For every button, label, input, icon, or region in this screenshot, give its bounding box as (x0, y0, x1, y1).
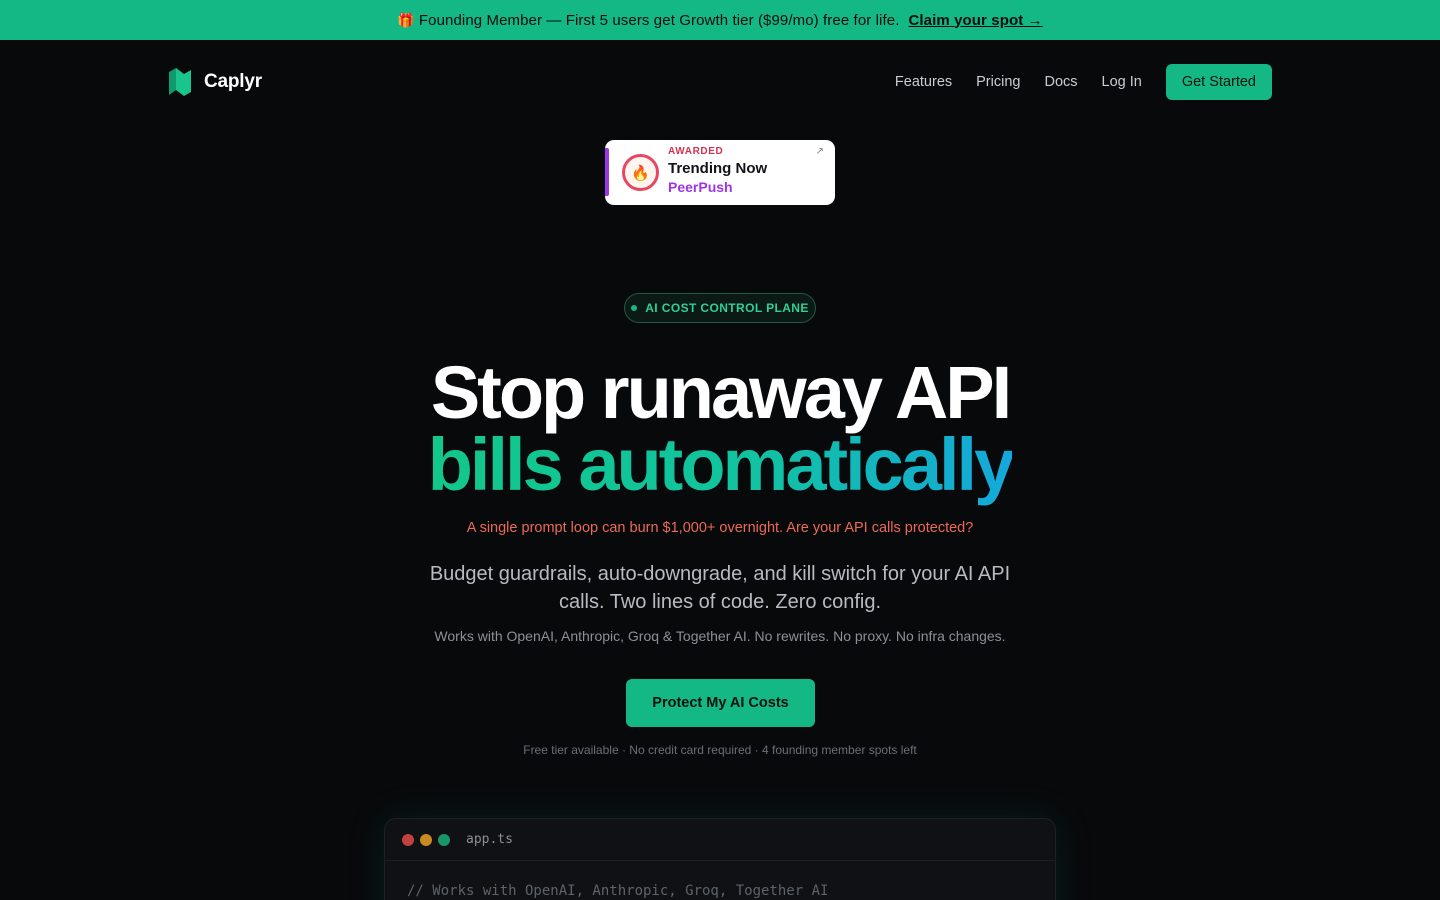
fine-print: Free tier available · No credit card req… (523, 743, 917, 757)
warning-text: A single prompt loop can burn $1,000+ ov… (466, 520, 974, 536)
headline-line-2: bills automatically (0, 428, 1440, 502)
caplyr-logo-icon (169, 68, 191, 96)
lead-paragraph: Budget guardrails, auto-downgrade, and k… (429, 563, 1011, 613)
brand-name: Caplyr (204, 71, 262, 92)
headline-gradient-text: bills automatically (427, 423, 1016, 506)
code-window-header: app.ts (385, 819, 1055, 861)
award-text: AWARDED Trending Now PeerPush (668, 146, 767, 195)
code-window: app.ts // Works with OpenAI, Anthropic, … (384, 818, 1056, 900)
nav-link-docs[interactable]: Docs (1044, 74, 1077, 90)
founding-member-banner: 🎁 Founding Member — First 5 users get Gr… (0, 0, 1440, 40)
award-accent-bar (605, 148, 609, 196)
external-link-icon: ↗ (815, 146, 824, 157)
pill-label: AI COST CONTROL PLANE (645, 301, 809, 315)
maximize-dot-icon (438, 833, 450, 846)
headline-line-1: Stop runaway API (430, 351, 1012, 434)
protect-costs-button[interactable]: Protect My AI Costs (626, 679, 815, 727)
award-kicker: AWARDED (668, 146, 724, 157)
banner-text: Founding Member — First 5 users get Grow… (418, 11, 900, 29)
brand-logo-link[interactable]: Caplyr (168, 68, 262, 96)
code-filename: app.ts (466, 832, 513, 847)
status-dot-icon (631, 305, 638, 311)
close-dot-icon (402, 833, 414, 846)
top-nav: Caplyr Features Pricing Docs Log In Get … (168, 64, 1272, 100)
minimize-dot-icon (420, 833, 432, 846)
claim-spot-link[interactable]: Claim your spot → (908, 12, 1042, 29)
compatibility-text: Works with OpenAI, Anthropic, Groq & Tog… (434, 628, 1006, 644)
flame-icon: 🔥 (622, 154, 659, 191)
category-pill: AI COST CONTROL PLANE (624, 293, 816, 323)
peerpush-award-badge[interactable]: 🔥 AWARDED Trending Now PeerPush ↗ (605, 140, 835, 205)
gift-icon: 🎁 (397, 11, 415, 28)
nav-link-login[interactable]: Log In (1102, 74, 1142, 90)
award-title: Trending Now (668, 160, 768, 177)
award-source: PeerPush (668, 179, 733, 195)
nav-link-features[interactable]: Features (895, 74, 952, 90)
get-started-button[interactable]: Get Started (1165, 64, 1272, 100)
code-comment-line: // Works with OpenAI, Anthropic, Groq, T… (407, 883, 829, 899)
nav-link-pricing[interactable]: Pricing (976, 74, 1020, 90)
nav-links: Features Pricing Docs Log In Get Started (871, 64, 1272, 100)
